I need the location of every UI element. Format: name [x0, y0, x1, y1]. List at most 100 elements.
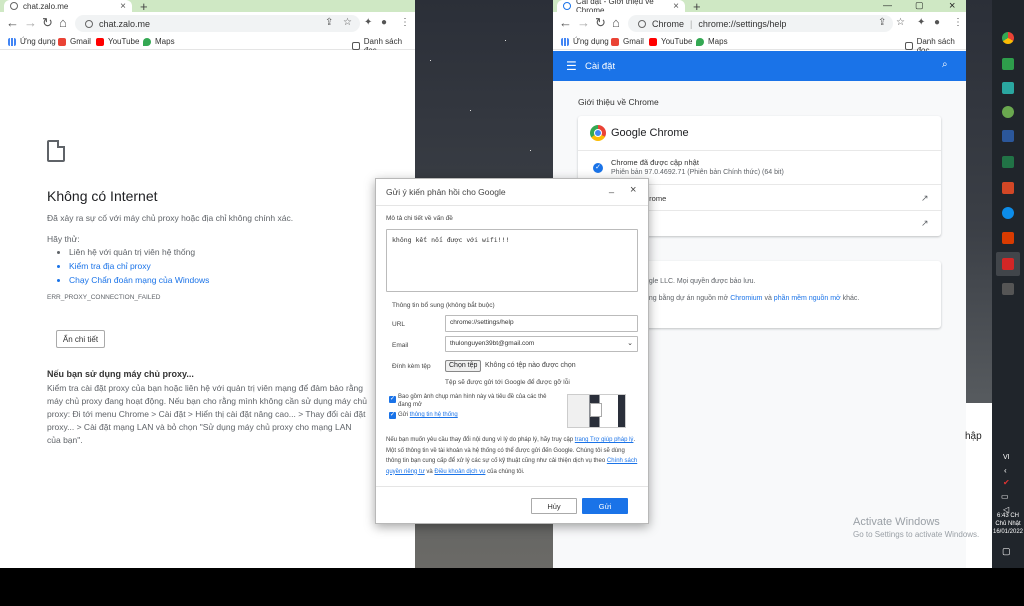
send-button[interactable]: Gửi [582, 498, 628, 514]
settings-app-icon[interactable] [1002, 106, 1014, 118]
back-icon[interactable]: ← [6, 15, 19, 31]
share-icon[interactable]: ⇪ [325, 17, 333, 28]
suggestion-check-proxy[interactable]: Kiểm tra địa chỉ proxy [69, 261, 209, 271]
bookmark-youtube[interactable]: YouTube [649, 37, 692, 46]
system-info-link[interactable]: thông tin hệ thống [410, 412, 458, 418]
bookmark-maps[interactable]: Maps [143, 37, 175, 46]
menu-icon[interactable]: ⋮ [953, 17, 963, 28]
taskbar-bottom [0, 568, 1024, 606]
chrome-app-icon[interactable] [1002, 32, 1014, 44]
address-text: chat.zalo.me [99, 18, 151, 29]
bookmark-apps[interactable]: Ứng dụng [561, 37, 609, 46]
network-icon[interactable]: ▭ [1001, 492, 1009, 501]
additional-info-label: Thông tin bổ sung (không bắt buộc) [392, 302, 495, 309]
reload-icon[interactable]: ↻ [42, 15, 53, 31]
activate-windows-watermark: Activate Windows Go to Settings to activ… [853, 516, 980, 539]
update-status: Chrome đã được cập nhật [611, 158, 699, 167]
hide-details-button[interactable]: Ẩn chi tiết [56, 330, 105, 348]
bookmarks-bar: Ứng dụng Gmail YouTube Maps Danh sách đọ… [553, 34, 966, 55]
maximize-icon[interactable]: ▢ [915, 0, 924, 11]
maps-icon [143, 37, 151, 46]
home-icon[interactable]: ⌂ [59, 15, 67, 31]
green-app-icon[interactable] [1002, 58, 1014, 70]
url-input[interactable]: chrome://settings/help [445, 315, 638, 332]
email-select[interactable]: thulonguyen39bt@gmail.com ⌄ [445, 336, 638, 352]
attach-label: Đính kèm tệp [392, 363, 431, 370]
extensions-icon[interactable]: ✦ [917, 17, 925, 28]
notification-icon[interactable]: ▢ [1002, 546, 1011, 557]
forward-icon[interactable]: → [24, 15, 37, 31]
bookmark-apps[interactable]: Ứng dụng [8, 37, 56, 46]
minimize-icon[interactable]: — [883, 0, 892, 10]
extensions-icon[interactable]: ✦ [364, 17, 372, 28]
suggestion-run-diagnostics[interactable]: Chạy Chẩn đoán mạng của Windows [69, 275, 209, 285]
minimize-icon[interactable]: _ [609, 183, 614, 193]
proxy-heading: Nếu bạn sử dụng máy chủ proxy... [47, 369, 194, 379]
chromium-link[interactable]: Chromium [730, 295, 762, 302]
error-title: Không có Internet [47, 188, 158, 204]
external-link-icon[interactable]: ↗ [921, 193, 929, 204]
system-info-checkbox[interactable]: ✓ [389, 412, 396, 419]
gmail-icon [611, 37, 619, 46]
tray-chevron-icon[interactable]: ‹ [1004, 466, 1007, 475]
tab-chat-zalo[interactable]: chat.zalo.me × [4, 0, 132, 12]
suggestion-list: Liên hệ với quản trị viên hệ thống Kiểm … [69, 247, 209, 289]
window-close-icon[interactable]: × [949, 0, 955, 12]
teal-app-icon[interactable] [1002, 82, 1014, 94]
profile-icon[interactable]: ● [381, 17, 387, 28]
forward-icon[interactable]: → [577, 15, 590, 31]
bookmark-maps[interactable]: Maps [696, 37, 728, 46]
youtube-icon [96, 37, 104, 46]
grey-app-icon[interactable] [1002, 283, 1014, 295]
search-icon[interactable]: ⌕ [942, 59, 948, 70]
tab-settings-about[interactable]: Cài đặt - Giới thiệu về Chrome × [557, 0, 685, 15]
reload-icon[interactable]: ↻ [595, 15, 606, 31]
close-icon[interactable]: × [630, 184, 636, 196]
chevron-down-icon: ⌄ [627, 340, 633, 347]
tab-strip: chat.zalo.me × + [0, 0, 415, 14]
home-icon[interactable]: ⌂ [612, 15, 620, 31]
star-icon[interactable]: ☆ [896, 17, 905, 28]
bookmark-gmail[interactable]: Gmail [58, 37, 91, 46]
language-indicator[interactable]: VI [1003, 454, 1010, 461]
menu-icon[interactable]: ⋮ [400, 17, 410, 28]
section-title: Giới thiệu về Chrome [578, 97, 659, 107]
terms-link[interactable]: Điều khoản dịch vụ [434, 469, 485, 475]
dialog-divider [376, 486, 648, 487]
antivirus-icon[interactable]: ✔ [1003, 478, 1010, 487]
profile-icon[interactable]: ● [934, 17, 940, 28]
open-source-link[interactable]: phần mềm nguồn mở [774, 295, 841, 302]
address-bar[interactable]: chat.zalo.me [75, 15, 360, 32]
share-icon[interactable]: ⇪ [878, 17, 886, 28]
close-icon[interactable]: × [673, 1, 679, 12]
legal-help-link[interactable]: trang Trợ giúp pháp lý [575, 437, 634, 443]
gmail-icon [58, 37, 66, 46]
screenshot-thumbnail[interactable] [567, 394, 626, 428]
star-icon[interactable]: ☆ [343, 17, 352, 28]
word-icon[interactable] [1002, 130, 1014, 142]
back-icon[interactable]: ← [559, 15, 572, 31]
bookmark-youtube[interactable]: YouTube [96, 37, 139, 46]
cancel-button[interactable]: Hủy [531, 498, 577, 514]
external-link-icon[interactable]: ↗ [921, 218, 929, 229]
thumbnail-dialog [590, 403, 602, 417]
choose-file-button[interactable]: Chọn tệp [445, 360, 482, 372]
powerpoint-icon[interactable] [1002, 182, 1014, 194]
excel-icon[interactable] [1002, 156, 1014, 168]
address-bar[interactable]: Chrome | chrome://settings/help [628, 15, 893, 32]
screenshot-checkbox[interactable]: ✓ [389, 396, 396, 403]
bookmark-gmail[interactable]: Gmail [611, 37, 644, 46]
office-icon[interactable] [1002, 232, 1014, 244]
active-app-icon[interactable] [996, 252, 1020, 276]
description-textarea[interactable]: không kết nối được với wifi!!! [386, 229, 638, 292]
feedback-dialog: Gửi ý kiến phản hồi cho Google _ × Mô tả… [375, 178, 649, 524]
clock[interactable]: 6:43 CH Chủ Nhật 16/01/2022 [992, 512, 1024, 536]
edge-icon[interactable] [1002, 207, 1014, 219]
close-icon[interactable]: × [120, 1, 126, 12]
hamburger-menu-icon[interactable]: ☰ [566, 59, 577, 73]
describe-label: Mô tả chi tiết về vấn đề [386, 215, 453, 222]
files-note: Tệp sẽ được gửi tới Google để được gỡ lỗ… [445, 379, 570, 386]
screenshot-label: Bao gồm ảnh chụp màn hình này và tiêu đề… [398, 394, 547, 408]
maps-icon [696, 37, 704, 46]
sad-page-icon [47, 140, 65, 162]
